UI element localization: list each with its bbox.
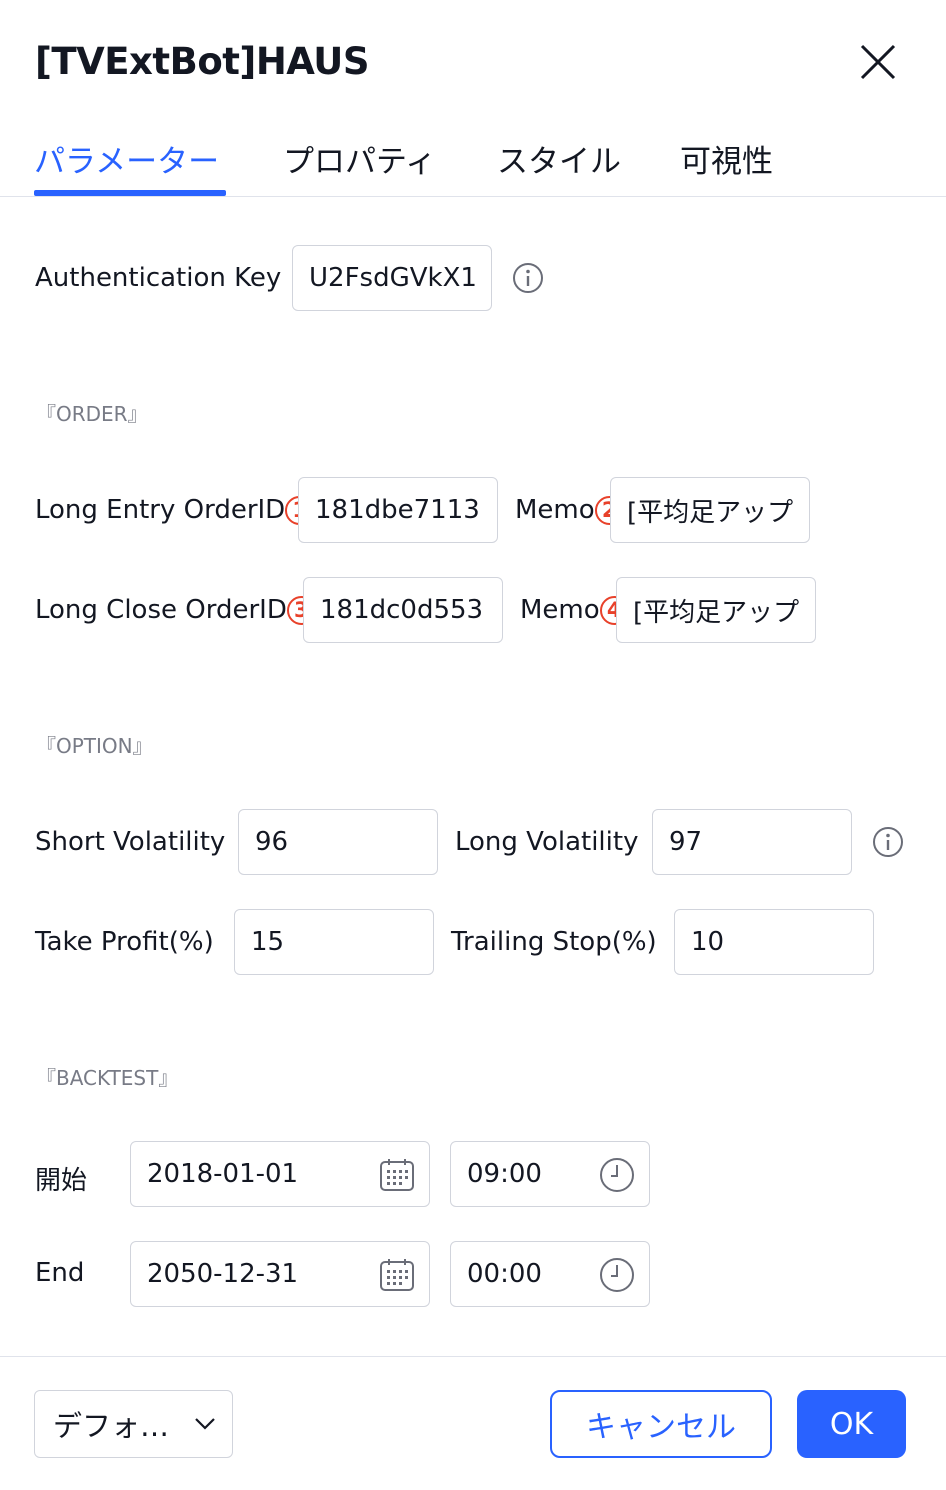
dialog-title: [TVExtBot]HAUS xyxy=(35,40,370,83)
start-time-input[interactable]: 09:00 xyxy=(450,1141,650,1207)
long-entry-label-group: Long Entry OrderID1 xyxy=(35,495,315,525)
long-close-label-group: Long Close OrderID 3 xyxy=(35,595,316,625)
trailing-stop-input[interactable]: 10 xyxy=(674,909,874,975)
tab-properties[interactable]: プロパティ xyxy=(283,136,436,181)
long-close-memo-input[interactable]: [平均足アップ xyxy=(616,577,816,643)
calendar-icon[interactable] xyxy=(379,1157,415,1193)
close-icon[interactable] xyxy=(858,42,898,82)
ok-button[interactable]: OK xyxy=(797,1390,906,1458)
trailing-stop-value: 10 xyxy=(691,927,725,957)
defaults-label: デフォ… xyxy=(53,1409,170,1443)
long-entry-memo-label-group: Memo2 xyxy=(515,495,624,525)
info-icon[interactable] xyxy=(872,826,904,858)
tab-visibility[interactable]: 可視性 xyxy=(680,136,773,181)
long-entry-orderid-value: 181dbe7113 xyxy=(315,495,480,525)
order-section-label: 『ORDER』 xyxy=(36,402,148,426)
short-volatility-input[interactable]: 96 xyxy=(238,809,438,875)
backtest-section-label: 『BACKTEST』 xyxy=(36,1066,179,1090)
long-volatility-input[interactable]: 97 xyxy=(652,809,852,875)
long-close-orderid-input[interactable]: 181dc0d553 xyxy=(303,577,503,643)
calendar-icon[interactable] xyxy=(379,1257,415,1293)
long-volatility-value: 97 xyxy=(669,827,703,857)
memo-label: Memo xyxy=(520,595,600,625)
defaults-dropdown[interactable]: デフォ… xyxy=(34,1390,233,1458)
clock-icon[interactable] xyxy=(599,1157,635,1193)
short-volatility-label: Short Volatility xyxy=(35,827,226,857)
footer-divider xyxy=(0,1356,946,1357)
short-volatility-value: 96 xyxy=(255,827,289,857)
long-close-orderid-value: 181dc0d553 xyxy=(320,595,484,625)
auth-key-value: U2FsdGVkX1 xyxy=(309,263,475,293)
info-icon[interactable] xyxy=(512,262,544,294)
clock-icon[interactable] xyxy=(599,1257,635,1293)
auth-key-label: Authentication Key xyxy=(35,263,282,293)
take-profit-input[interactable]: 15 xyxy=(234,909,434,975)
chevron-down-icon xyxy=(195,1418,215,1430)
end-label: End xyxy=(35,1258,85,1288)
tabs-divider xyxy=(0,196,946,197)
end-time-input[interactable]: 00:00 xyxy=(450,1241,650,1307)
memo-label: Memo xyxy=(515,495,595,525)
long-entry-memo-value: [平均足アップ xyxy=(627,497,793,528)
long-close-label: Long Close OrderID xyxy=(35,595,287,625)
long-close-memo-label-group: Memo 4 xyxy=(520,595,629,625)
take-profit-value: 15 xyxy=(251,927,285,957)
long-entry-memo-input[interactable]: [平均足アップ xyxy=(610,477,810,543)
start-date-value: 2018-01-01 xyxy=(147,1159,299,1189)
end-date-value: 2050-12-31 xyxy=(147,1259,299,1289)
auth-key-input[interactable]: U2FsdGVkX1 xyxy=(292,245,492,311)
option-section-label: 『OPTION』 xyxy=(36,734,153,758)
long-entry-label: Long Entry OrderID xyxy=(35,495,286,525)
end-date-input[interactable]: 2050-12-31 xyxy=(130,1241,430,1307)
trailing-stop-label: Trailing Stop(%) xyxy=(451,927,657,957)
start-time-value: 09:00 xyxy=(467,1159,542,1189)
end-time-value: 00:00 xyxy=(467,1259,542,1289)
take-profit-label: Take Profit(%) xyxy=(35,927,214,957)
start-date-input[interactable]: 2018-01-01 xyxy=(130,1141,430,1207)
long-close-memo-value: [平均足アップ xyxy=(633,597,799,628)
tab-parameters[interactable]: パラメーター xyxy=(34,136,219,181)
long-volatility-label: Long Volatility xyxy=(455,827,639,857)
tab-style[interactable]: スタイル xyxy=(497,136,621,181)
cancel-button[interactable]: キャンセル xyxy=(550,1390,772,1458)
long-entry-orderid-input[interactable]: 181dbe7113 xyxy=(298,477,498,543)
start-label: 開始 xyxy=(35,1166,88,1196)
